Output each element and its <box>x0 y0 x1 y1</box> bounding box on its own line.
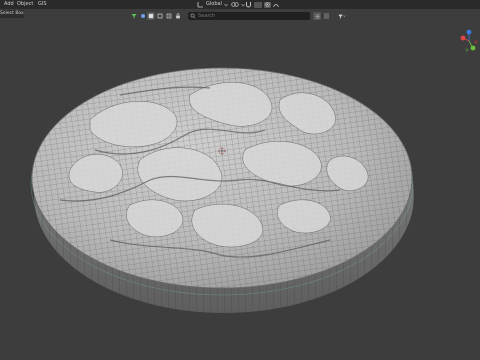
eye-icon <box>141 14 145 18</box>
visibility-toggle[interactable] <box>139 12 147 20</box>
3d-viewport[interactable] <box>0 22 480 360</box>
funnel-filter-button[interactable] <box>338 12 346 20</box>
select-mode-invert[interactable] <box>174 12 182 20</box>
chevron-down-icon <box>343 15 346 18</box>
square-minus-icon <box>166 13 172 19</box>
menu-add[interactable]: Add <box>4 0 14 9</box>
search-icon <box>190 13 196 19</box>
snap-target-button[interactable] <box>254 1 262 8</box>
select-box-label: Select Box <box>0 11 24 16</box>
grid-icon <box>323 13 329 19</box>
header-bar: Add Object GIS Global <box>0 0 480 9</box>
axes-icon <box>197 2 203 8</box>
proportional-editing-toggle[interactable] <box>264 1 279 8</box>
funnel-icon <box>131 14 137 19</box>
menu-gis[interactable]: GIS <box>38 0 47 9</box>
search-input[interactable] <box>198 13 298 19</box>
chevron-down-icon <box>224 3 228 6</box>
transform-orientation-selector[interactable]: Global <box>197 1 228 8</box>
select-mode-box[interactable] <box>147 12 155 20</box>
orientation-label: Global <box>206 1 222 7</box>
pivot-selector[interactable] <box>231 1 245 8</box>
falloff-curve-icon <box>273 3 279 7</box>
lock-icon <box>176 13 180 19</box>
menu-object[interactable]: Object <box>17 0 33 9</box>
circle-dot-icon <box>265 2 270 7</box>
list-icon <box>315 14 319 18</box>
proportional-button[interactable] <box>264 1 271 8</box>
sort-button[interactable] <box>313 12 321 20</box>
select-mode-extend[interactable] <box>156 12 164 20</box>
box-select-icon <box>148 13 154 19</box>
link-icon <box>231 2 239 7</box>
select-box-tool[interactable]: Select Box <box>0 10 24 18</box>
magnet-icon <box>246 2 251 8</box>
select-mode-subtract[interactable] <box>165 12 173 20</box>
filter-toggle[interactable] <box>130 12 138 20</box>
filter-dropdown[interactable] <box>322 12 330 20</box>
outliner-search-box[interactable] <box>188 12 310 20</box>
snap-toggle[interactable] <box>245 1 262 8</box>
outliner-toolbar <box>0 10 480 22</box>
square-icon <box>157 13 163 19</box>
